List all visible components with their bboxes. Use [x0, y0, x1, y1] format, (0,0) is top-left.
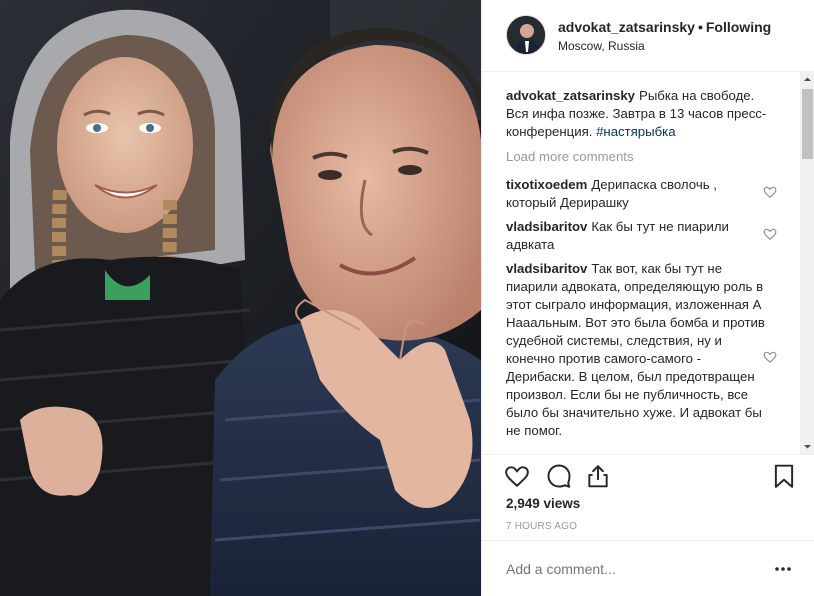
scroll-thumb[interactable] — [802, 89, 813, 159]
comment-username[interactable]: vladsibaritov — [506, 219, 587, 234]
comment-like-heart-icon[interactable] — [763, 350, 777, 364]
location-link[interactable]: Moscow, Russia — [558, 39, 645, 53]
more-options-icon[interactable] — [773, 559, 793, 579]
scroll-up-arrow-icon[interactable] — [800, 72, 814, 87]
post-sidebar: advokat_zatsarinsky • Following Moscow, Ru… — [481, 0, 814, 596]
comment-like-heart-icon[interactable] — [763, 185, 777, 199]
load-more-comments-button[interactable]: Load more comments — [506, 149, 634, 164]
comment-username[interactable]: vladsibaritov — [506, 261, 587, 276]
caption: advokat_zatsarinsky Рыбка на свободе. Вся… — [506, 87, 768, 141]
comment-like-heart-icon[interactable] — [763, 227, 777, 241]
view-count[interactable]: 2,949 views — [506, 496, 580, 511]
list-item: vladsibaritov Как бы тут не пиарили адвка… — [506, 218, 768, 254]
hashtag-link[interactable]: #настярыбка — [596, 124, 676, 139]
following-button[interactable]: Following — [706, 19, 771, 35]
post-header: advokat_zatsarinsky • Following Moscow, Ru… — [482, 0, 814, 72]
list-item: vladsibaritov Так вот, как бы тут не пиар… — [506, 260, 768, 440]
share-icon[interactable] — [585, 463, 611, 489]
header-username[interactable]: advokat_zatsarinsky — [558, 19, 695, 35]
comment-bubble-icon[interactable] — [546, 463, 572, 489]
comment-text: Так вот, как бы тут не пиарили адвоката,… — [506, 261, 765, 438]
comments-list[interactable]: advokat_zatsarinsky Рыбка на свободе. Вся… — [482, 72, 814, 454]
caption-username[interactable]: advokat_zatsarinsky — [506, 88, 635, 103]
avatar-image — [507, 16, 545, 54]
add-comment-section — [482, 540, 814, 596]
comments-scrollbar[interactable] — [800, 72, 814, 454]
action-bar — [482, 454, 814, 494]
bookmark-icon[interactable] — [771, 463, 797, 489]
heart-icon[interactable] — [504, 463, 530, 489]
selfie-image — [0, 0, 481, 596]
comment-input[interactable] — [506, 561, 756, 577]
header-separator: • — [697, 19, 703, 35]
list-item: tixotixoedem Дерипаска сволочь , который … — [506, 176, 768, 212]
post-timestamp[interactable]: 7 HOURS AGO — [506, 521, 577, 532]
avatar[interactable] — [506, 15, 546, 55]
post-photo[interactable] — [0, 0, 481, 596]
comment-username[interactable]: tixotixoedem — [506, 177, 587, 192]
header-line: advokat_zatsarinsky • Following — [558, 19, 771, 35]
scroll-down-arrow-icon[interactable] — [800, 439, 814, 454]
